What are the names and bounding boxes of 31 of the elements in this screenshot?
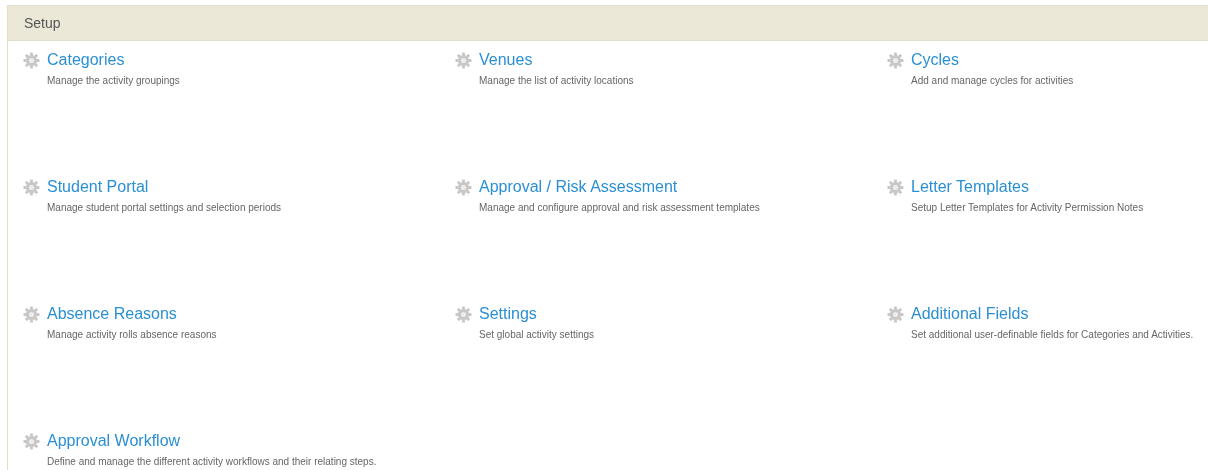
gear-icon	[23, 432, 40, 450]
setup-link[interactable]: Student Portal	[47, 177, 149, 197]
setup-link[interactable]: Venues	[479, 50, 533, 70]
gear-icon	[887, 51, 904, 69]
setup-description: Add and manage cycles for activities	[910, 74, 1075, 88]
setup-description: Define and manage the different activity workflows and their relating steps.	[46, 455, 378, 469]
gear-icon	[455, 51, 472, 69]
gear-icon	[887, 178, 904, 196]
setup-description: Manage and configure approval and risk assessment templates	[478, 201, 761, 215]
gear-icon	[23, 51, 40, 69]
setup-description: Manage activity rolls absence reasons	[46, 328, 218, 342]
setup-link[interactable]: Absence Reasons	[47, 304, 177, 324]
gear-icon	[887, 305, 904, 323]
panel-title: Setup	[24, 13, 61, 33]
gear-icon	[455, 305, 472, 323]
gear-icon	[23, 178, 40, 196]
setup-link[interactable]: Additional Fields	[911, 304, 1029, 324]
setup-description: Manage the activity groupings	[46, 74, 181, 88]
setup-description: Set additional user-definable fields for Categories and Activities.	[910, 328, 1195, 342]
gear-icon	[23, 305, 40, 323]
setup-description: Set global activity settings	[478, 328, 596, 342]
setup-link[interactable]: Cycles	[911, 50, 959, 70]
setup-link[interactable]: Letter Templates	[911, 177, 1029, 197]
setup-description: Manage the list of activity locations	[478, 74, 635, 88]
setup-link[interactable]: Approval / Risk Assessment	[479, 177, 678, 197]
setup-link[interactable]: Categories	[47, 50, 125, 70]
setup-link[interactable]: Settings	[479, 304, 537, 324]
gear-icon	[455, 178, 472, 196]
setup-description: Manage student portal settings and selection periods	[46, 201, 283, 215]
setup-description: Setup Letter Templates for Activity Permission Notes	[910, 201, 1145, 215]
setup-link[interactable]: Approval Workflow	[47, 431, 181, 451]
